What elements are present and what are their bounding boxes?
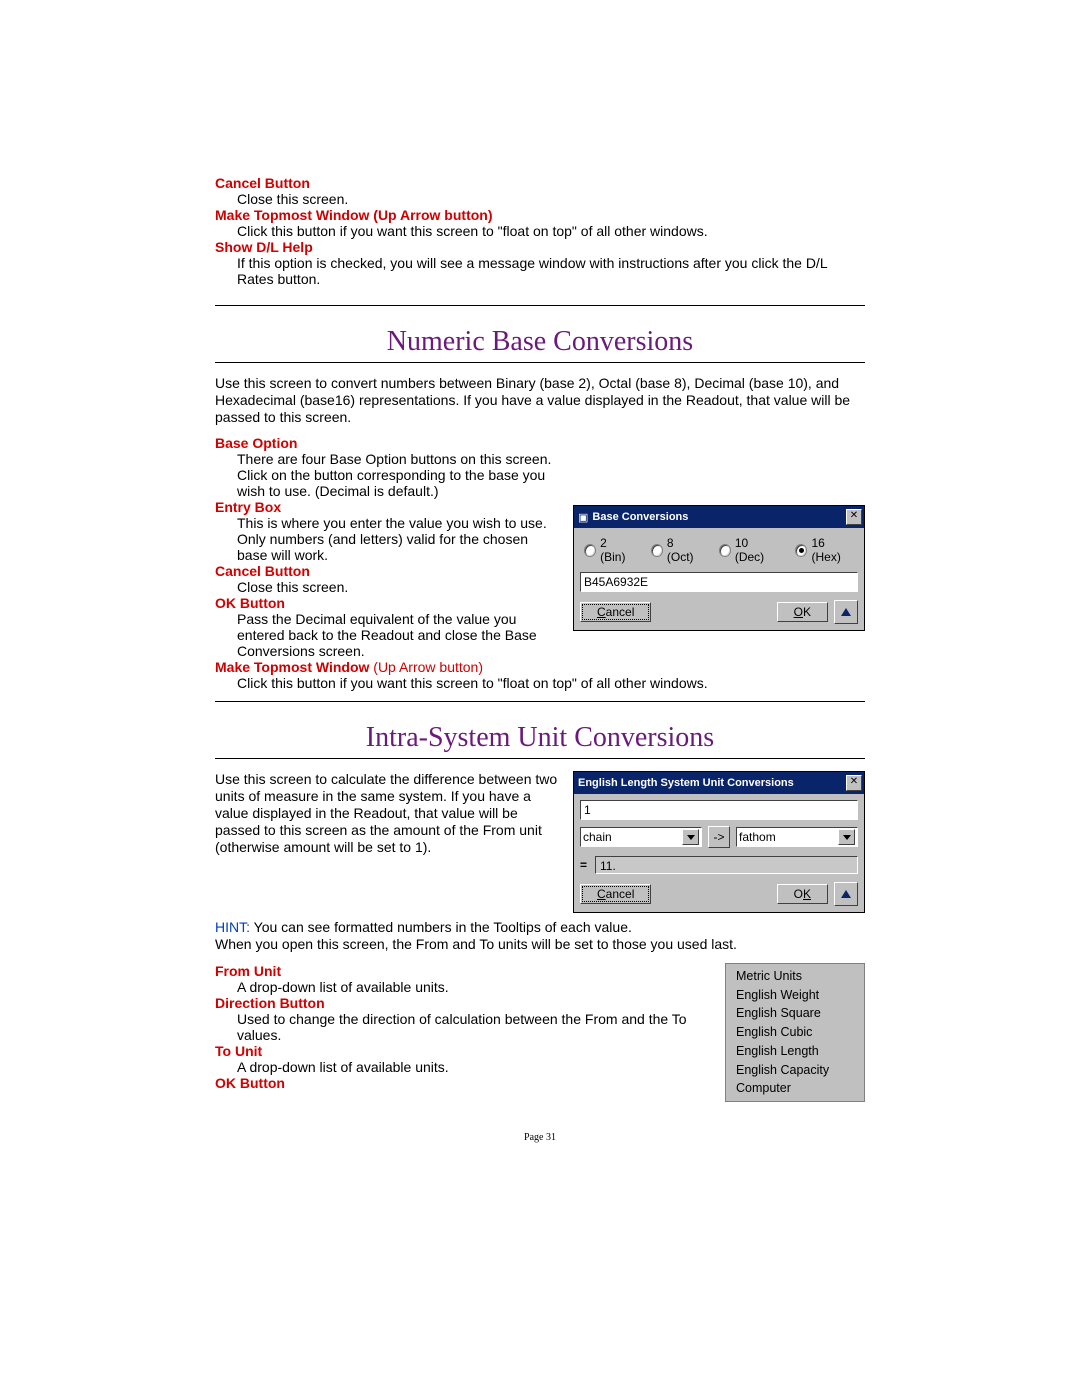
desc-cancel-button: Close this screen. [237,191,865,207]
cancel-button[interactable]: Cancel [580,602,651,622]
hint-line2: When you open this screen, the From and … [215,936,737,952]
term-base-option: Base Option [215,435,297,451]
term-direction-button: Direction Button [215,995,325,1011]
hint-label: HINT: [215,919,250,935]
term-cancel-button-2: Cancel Button [215,563,310,579]
base-conversions-window: ▣ Base Conversions ✕ 2 (Bin) 8 (Oct) 10 … [573,505,865,631]
radio-8-oct[interactable]: 8 (Oct) [651,536,701,564]
list-item[interactable]: English Square [736,1004,854,1023]
radio-10-dec[interactable]: 10 (Dec) [719,536,778,564]
make-topmost-button[interactable] [834,600,858,624]
arrow-up-icon [841,608,851,616]
amount-input[interactable] [580,800,858,820]
term-show-dl-help: Show D/L Help [215,239,313,255]
desc-make-topmost-2: Click this button if you want this scree… [237,675,865,691]
radio-16-hex[interactable]: 16 (Hex) [795,536,854,564]
term-cancel-button: Cancel Button [215,175,310,191]
term-to-unit: To Unit [215,1043,262,1059]
entry-box-input[interactable] [580,572,858,592]
heading-numeric-base: Numeric Base Conversions [215,326,865,358]
make-topmost-button[interactable] [834,882,858,906]
ok-button[interactable]: OK [777,884,828,904]
list-item[interactable]: English Capacity [736,1061,854,1080]
equals-label: = [580,858,587,872]
list-item[interactable]: English Cubic [736,1023,854,1042]
desc-base-option: There are four Base Option buttons on th… [237,451,865,499]
heading-intra-system: Intra-System Unit Conversions [215,722,865,754]
close-icon[interactable]: ✕ [846,775,862,791]
term-make-topmost: Make Topmost Window (Up Arrow button) [215,207,493,223]
intro-numeric: Use this screen to convert numbers betwe… [215,375,865,425]
hint-line: HINT: You can see formatted numbers in t… [215,919,865,953]
window-icon: ▣ [578,511,588,524]
top-item-list: Cancel Button Close this screen. Make To… [215,175,865,287]
desc-make-topmost: Click this button if you want this scree… [237,223,865,239]
category-listbox[interactable]: Metric Units English Weight English Squa… [725,963,865,1102]
direction-button[interactable]: -> [708,826,730,848]
chevron-down-icon [682,829,699,845]
arrow-up-icon [841,890,851,898]
hint-body: You can see formatted numbers in the Too… [250,919,632,935]
list-item[interactable]: English Weight [736,986,854,1005]
unit-window-title: English Length System Unit Conversions [578,777,794,789]
cancel-button[interactable]: Cancel [580,884,651,904]
page-number: Page 31 [215,1132,865,1143]
result-readout: 11. [595,856,858,874]
base-radio-group: 2 (Bin) 8 (Oct) 10 (Dec) 16 (Hex) [580,534,858,572]
window-title: Base Conversions [592,511,688,523]
from-unit-select[interactable]: chain [580,827,702,847]
list-item[interactable]: Computer [736,1079,854,1098]
term-ok-button: OK Button [215,595,285,611]
term-make-topmost-2: Make Topmost Window [215,659,369,675]
close-icon[interactable]: ✕ [846,509,862,525]
radio-2-bin[interactable]: 2 (Bin) [584,536,633,564]
ok-button[interactable]: OK [777,602,828,622]
term-ok-button-2: OK Button [215,1075,285,1091]
chevron-down-icon [838,829,855,845]
to-unit-select[interactable]: fathom [736,827,858,847]
list-item[interactable]: Metric Units [736,967,854,986]
term-make-topmost-2-suffix: (Up Arrow button) [369,659,483,675]
desc-show-dl-help: If this option is checked, you will see … [237,255,865,287]
unit-conversions-window: English Length System Unit Conversions ✕… [573,771,865,913]
list-item[interactable]: English Length [736,1042,854,1061]
term-entry-box: Entry Box [215,499,281,515]
term-from-unit: From Unit [215,963,281,979]
